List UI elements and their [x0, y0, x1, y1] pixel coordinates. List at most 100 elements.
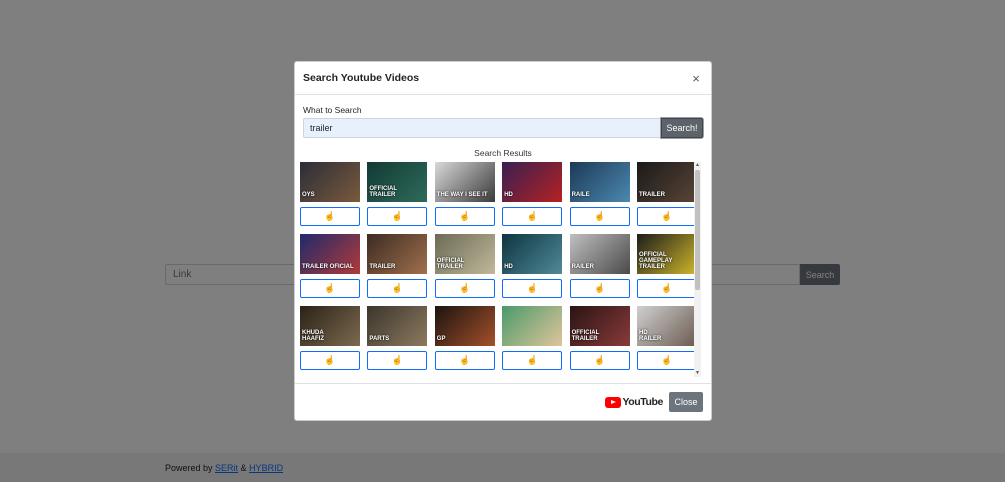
youtube-play-icon	[605, 396, 622, 408]
pointer-hand-icon: ☝	[324, 355, 336, 365]
video-thumbnail[interactable]: PARTS	[367, 306, 428, 346]
pointer-hand-icon: ☝	[391, 283, 403, 293]
pointer-hand-icon: ☝	[324, 283, 336, 293]
select-video-button[interactable]: ☝	[502, 207, 563, 226]
pointer-hand-icon: ☝	[459, 355, 471, 365]
select-video-button[interactable]: ☝	[300, 279, 360, 298]
youtube-logo: YouTube	[605, 396, 663, 408]
select-video-button[interactable]: ☝	[637, 351, 697, 370]
thumbnail-caption: GP	[436, 336, 446, 342]
video-thumbnail[interactable]: HD	[502, 162, 563, 202]
result-card: TRAILER ☝	[637, 162, 697, 226]
result-card: HD ☝	[502, 162, 563, 226]
thumbnail-caption: THE WAY I SEE IT	[436, 192, 488, 198]
modal-header: Search Youtube Videos ×	[295, 62, 711, 95]
select-video-button[interactable]: ☝	[367, 279, 428, 298]
pointer-hand-icon: ☝	[324, 211, 336, 221]
video-thumbnail[interactable]: TRAILER	[367, 234, 428, 274]
select-video-button[interactable]: ☝	[502, 279, 563, 298]
thumbnail-caption: TRAILER OFICIAL	[302, 264, 354, 270]
result-card: OFFICIAL TRAILER ☝	[367, 162, 428, 226]
video-thumbnail[interactable]: OFFICIAL TRAILER	[367, 162, 428, 202]
pointer-hand-icon: ☝	[526, 211, 538, 221]
select-video-button[interactable]: ☝	[434, 207, 495, 226]
select-video-button[interactable]: ☝	[434, 279, 495, 298]
search-input[interactable]	[303, 118, 661, 138]
scroll-thumb[interactable]	[695, 170, 700, 290]
select-video-button[interactable]: ☝	[367, 351, 428, 370]
video-thumbnail[interactable]: OFFICIAL GAMEPLAY TRAILER	[637, 234, 697, 274]
modal-title: Search Youtube Videos	[303, 72, 420, 84]
results-scrollbar[interactable]: ▲ ▼	[694, 162, 701, 377]
video-thumbnail[interactable]: RAILE	[569, 162, 630, 202]
video-thumbnail[interactable]: GP	[434, 306, 495, 346]
thumbnail-caption: RAILE	[571, 192, 590, 198]
result-card: THE WAY I SEE IT ☝	[434, 162, 495, 226]
video-thumbnail[interactable]: KHUDA HAAFIZ	[300, 306, 360, 346]
pointer-hand-icon: ☝	[391, 355, 403, 365]
pointer-hand-icon: ☝	[661, 355, 673, 365]
video-thumbnail[interactable]: TRAILER	[637, 162, 697, 202]
pointer-hand-icon: ☝	[593, 283, 606, 293]
thumbnail-caption: OYS	[302, 192, 315, 198]
video-thumbnail[interactable]: HD	[502, 234, 563, 274]
video-thumbnail[interactable]	[502, 306, 563, 346]
results-container[interactable]: OYS ☝ OFFICIAL TRAILER ☝ THE WAY I SEE IT ☝ HD…	[300, 162, 703, 381]
video-thumbnail[interactable]: TRAILER OFICIAL	[300, 234, 360, 274]
result-card: OFFICIAL TRAILER ☝	[434, 234, 495, 298]
result-card: TRAILER OFICIAL ☝	[300, 234, 360, 298]
thumbnail-caption: HD RAILER	[639, 330, 662, 342]
result-card: ☝	[502, 306, 563, 370]
youtube-wordmark: YouTube	[622, 396, 663, 408]
pointer-hand-icon: ☝	[526, 283, 538, 293]
pointer-hand-icon: ☝	[593, 355, 606, 365]
result-card: OYS ☝	[300, 162, 360, 226]
thumbnail-caption: OFFICIAL GAMEPLAY TRAILER	[639, 252, 673, 270]
thumbnail-caption: OFFICIAL TRAILER	[369, 186, 398, 198]
thumbnail-caption: KHUDA HAAFIZ	[302, 330, 324, 342]
close-button[interactable]: Close	[669, 392, 703, 412]
result-card: OFFICIAL GAMEPLAY TRAILER ☝	[637, 234, 697, 298]
thumbnail-caption: OFFICIAL TRAILER	[571, 330, 600, 342]
video-thumbnail[interactable]: OFFICIAL TRAILER	[434, 234, 495, 274]
result-card: RAILE ☝	[569, 162, 630, 226]
close-icon[interactable]: ×	[689, 71, 703, 86]
search-button[interactable]: Search!	[661, 118, 703, 138]
search-field-label: What to Search	[303, 105, 362, 115]
result-card: HD RAILER ☝	[637, 306, 697, 370]
select-video-button[interactable]: ☝	[569, 351, 630, 370]
thumbnail-caption: TRAILER	[639, 192, 665, 198]
search-videos-modal: Search Youtube Videos × What to Search S…	[294, 61, 712, 421]
result-card: KHUDA HAAFIZ ☝	[300, 306, 360, 370]
video-thumbnail[interactable]: OFFICIAL TRAILER	[569, 306, 630, 346]
select-video-button[interactable]: ☝	[569, 279, 630, 298]
select-video-button[interactable]: ☝	[637, 279, 697, 298]
result-card: PARTS ☝	[367, 306, 428, 370]
select-video-button[interactable]: ☝	[502, 351, 563, 370]
pointer-hand-icon: ☝	[391, 211, 403, 221]
video-thumbnail[interactable]: THE WAY I SEE IT	[434, 162, 495, 202]
thumbnail-caption: RAILER	[571, 264, 594, 270]
scroll-up-arrow-icon[interactable]: ▲	[694, 162, 701, 169]
pointer-hand-icon: ☝	[593, 211, 606, 221]
select-video-button[interactable]: ☝	[637, 207, 697, 226]
search-row: Search!	[303, 118, 703, 138]
scroll-down-arrow-icon[interactable]: ▼	[694, 370, 701, 377]
pointer-hand-icon: ☝	[661, 211, 673, 221]
video-thumbnail[interactable]: RAILER	[569, 234, 630, 274]
pointer-hand-icon: ☝	[526, 355, 538, 365]
select-video-button[interactable]: ☝	[569, 207, 630, 226]
results-heading: Search Results	[474, 148, 532, 158]
result-card: TRAILER ☝	[367, 234, 428, 298]
result-card: GP ☝	[434, 306, 495, 370]
thumbnail-caption: PARTS	[369, 336, 390, 342]
pointer-hand-icon: ☝	[661, 283, 673, 293]
video-thumbnail[interactable]: HD RAILER	[637, 306, 697, 346]
result-card: OFFICIAL TRAILER ☝	[569, 306, 630, 370]
select-video-button[interactable]: ☝	[300, 351, 360, 370]
select-video-button[interactable]: ☝	[367, 207, 428, 226]
select-video-button[interactable]: ☝	[300, 207, 360, 226]
modal-footer: YouTube Close	[295, 383, 711, 420]
video-thumbnail[interactable]: OYS	[300, 162, 360, 202]
select-video-button[interactable]: ☝	[434, 351, 495, 370]
